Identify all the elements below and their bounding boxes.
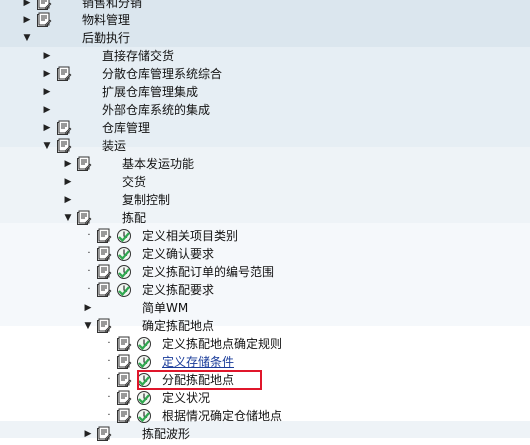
- documentation-icon[interactable]: [36, 0, 52, 11]
- documentation-icon[interactable]: [76, 210, 92, 226]
- documentation-icon[interactable]: [116, 408, 132, 424]
- tree-node-label[interactable]: 拣配波形: [142, 425, 190, 443]
- tree-node[interactable]: ▶ 拣配波形: [0, 425, 530, 443]
- tree-node[interactable]: · 分配拣配地点: [0, 371, 530, 389]
- tree-node[interactable]: ▼ 后勤执行: [0, 29, 530, 47]
- tree-node[interactable]: · 定义存储条件: [0, 353, 530, 371]
- tree-node[interactable]: ▶ 扩展仓库管理集成: [0, 83, 530, 101]
- documentation-icon[interactable]: [96, 246, 112, 262]
- tree-node[interactable]: ▶ 基本发运功能: [0, 155, 530, 173]
- documentation-icon[interactable]: [116, 336, 132, 352]
- tree-node[interactable]: · 定义状况: [0, 389, 530, 407]
- expand-arrow-icon[interactable]: ▼: [42, 137, 52, 155]
- tree-node-label[interactable]: 定义相关项目类别: [142, 227, 238, 245]
- documentation-icon[interactable]: [56, 138, 72, 154]
- documentation-icon[interactable]: [36, 12, 52, 28]
- leaf-bullet-icon: ·: [107, 392, 111, 403]
- execute-activity-icon[interactable]: [116, 246, 132, 262]
- tree-node[interactable]: ▶ 简单WM: [0, 299, 530, 317]
- documentation-icon[interactable]: [76, 156, 92, 172]
- execute-activity-icon[interactable]: [136, 336, 152, 352]
- tree-node[interactable]: ▶ 复制控制: [0, 191, 530, 209]
- documentation-icon[interactable]: [56, 66, 72, 82]
- documentation-icon[interactable]: [96, 318, 112, 334]
- tree-node-label[interactable]: 物料管理: [82, 11, 130, 29]
- execute-activity-icon[interactable]: [116, 282, 132, 298]
- execute-activity-icon[interactable]: [136, 390, 152, 406]
- leaf-bullet-icon: ·: [107, 338, 111, 349]
- tree-node-label[interactable]: 分散仓库管理系统综合: [102, 65, 222, 83]
- execute-activity-icon[interactable]: [136, 354, 152, 370]
- execute-activity-icon[interactable]: [116, 228, 132, 244]
- documentation-icon[interactable]: [116, 354, 132, 370]
- tree-node-label[interactable]: 定义状况: [162, 389, 210, 407]
- tree-node[interactable]: ▼ 拣配: [0, 209, 530, 227]
- tree-node[interactable]: · 定义拣配要求: [0, 281, 530, 299]
- tree-node-label[interactable]: 定义拣配订单的编号范围: [142, 263, 274, 281]
- documentation-icon[interactable]: [96, 228, 112, 244]
- expand-arrow-icon[interactable]: ▼: [63, 209, 73, 227]
- collapse-arrow-icon[interactable]: ▶: [63, 155, 73, 173]
- documentation-icon[interactable]: [96, 426, 112, 442]
- execute-activity-icon[interactable]: [136, 408, 152, 424]
- documentation-icon[interactable]: [96, 264, 112, 280]
- tree-node-label[interactable]: 扩展仓库管理集成: [102, 83, 198, 101]
- collapse-arrow-icon[interactable]: ▶: [42, 101, 52, 119]
- tree-node-label[interactable]: 复制控制: [122, 191, 170, 209]
- highlight-box: [137, 370, 262, 390]
- tree-node-label[interactable]: 简单WM: [142, 299, 188, 317]
- tree-node-label[interactable]: 基本发运功能: [122, 155, 194, 173]
- tree-node-label[interactable]: 定义拣配要求: [142, 281, 214, 299]
- tree-node[interactable]: · 定义拣配订单的编号范围: [0, 263, 530, 281]
- tree-node[interactable]: ▼ 装运: [0, 137, 530, 155]
- tree-node-label[interactable]: 后勤执行: [82, 29, 130, 47]
- tree-node-label[interactable]: 定义拣配地点确定规则: [162, 335, 282, 353]
- leaf-bullet-icon: ·: [107, 410, 111, 421]
- tree-node-label[interactable]: 交货: [122, 173, 146, 191]
- tree-node[interactable]: · 根据情况确定仓储地点: [0, 407, 530, 425]
- documentation-icon[interactable]: [116, 390, 132, 406]
- leaf-bullet-icon: ·: [87, 248, 91, 259]
- leaf-bullet-icon: ·: [107, 374, 111, 385]
- collapse-arrow-icon[interactable]: ▶: [83, 425, 93, 443]
- expand-arrow-icon[interactable]: ▼: [83, 317, 93, 335]
- tree-node[interactable]: ▶ 仓库管理: [0, 119, 530, 137]
- tree-node-label[interactable]: 拣配: [122, 209, 146, 227]
- collapse-arrow-icon[interactable]: ▶: [42, 83, 52, 101]
- documentation-icon[interactable]: [116, 372, 132, 388]
- tree-node-label[interactable]: 装运: [102, 137, 126, 155]
- tree-node[interactable]: · 定义拣配地点确定规则: [0, 335, 530, 353]
- execute-activity-icon[interactable]: [116, 264, 132, 280]
- tree-node[interactable]: ▶ 外部仓库系统的集成: [0, 101, 530, 119]
- tree-node-label[interactable]: 仓库管理: [102, 119, 150, 137]
- tree-node-label[interactable]: 定义确认要求: [142, 245, 214, 263]
- leaf-bullet-icon: ·: [87, 284, 91, 295]
- documentation-icon[interactable]: [96, 282, 112, 298]
- tree-node-label[interactable]: 根据情况确定仓储地点: [162, 407, 282, 425]
- collapse-arrow-icon[interactable]: ▶: [83, 299, 93, 317]
- collapse-arrow-icon[interactable]: ▶: [22, 11, 32, 29]
- collapse-arrow-icon[interactable]: ▶: [42, 65, 52, 83]
- tree-node-label[interactable]: 外部仓库系统的集成: [102, 101, 210, 119]
- leaf-bullet-icon: ·: [87, 266, 91, 277]
- tree-node[interactable]: ▶ 交货: [0, 173, 530, 191]
- collapse-arrow-icon[interactable]: ▶: [63, 173, 73, 191]
- tree-node[interactable]: · 定义确认要求: [0, 245, 530, 263]
- expand-arrow-icon[interactable]: ▼: [22, 29, 32, 47]
- tree-node-label[interactable]: 确定拣配地点: [142, 317, 214, 335]
- leaf-bullet-icon: ·: [107, 356, 111, 367]
- documentation-icon[interactable]: [56, 120, 72, 136]
- tree-node[interactable]: ▶ 直接存储交货: [0, 47, 530, 65]
- collapse-arrow-icon[interactable]: ▶: [63, 191, 73, 209]
- collapse-arrow-icon[interactable]: ▶: [42, 119, 52, 137]
- tree-node-label[interactable]: 定义存储条件: [162, 353, 234, 371]
- tree-node[interactable]: ▶ 物料管理: [0, 11, 530, 29]
- tree-node[interactable]: ▶ 分散仓库管理系统综合: [0, 65, 530, 83]
- tree-node-label[interactable]: 直接存储交货: [102, 47, 174, 65]
- leaf-bullet-icon: ·: [87, 230, 91, 241]
- tree-node[interactable]: · 定义相关项目类别: [0, 227, 530, 245]
- tree-node[interactable]: ▼ 确定拣配地点: [0, 317, 530, 335]
- collapse-arrow-icon[interactable]: ▶: [42, 47, 52, 65]
